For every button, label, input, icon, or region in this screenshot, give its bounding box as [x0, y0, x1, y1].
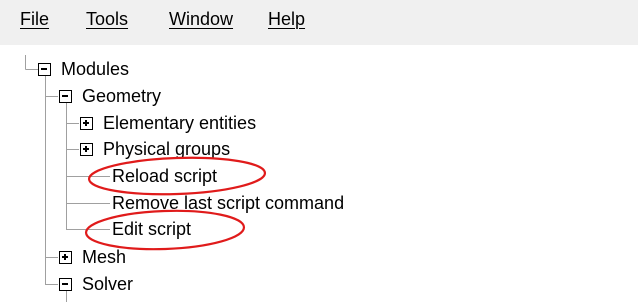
tree-node-label: Solver — [82, 274, 134, 294]
collapse-minus-icon[interactable] — [38, 62, 51, 76]
collapse-minus-icon[interactable] — [59, 277, 72, 291]
module-tree: Modules Geometry Elementary entities Phy… — [0, 45, 638, 302]
menu-file[interactable]: File — [20, 8, 49, 30]
tree-node-label: Reload script — [112, 166, 218, 186]
tree-node-edit-script[interactable]: Edit script — [112, 217, 191, 241]
collapse-minus-icon[interactable] — [59, 89, 72, 103]
tree-node-elementary-entities[interactable]: Elementary entities — [80, 111, 256, 135]
tree-node-physical-groups[interactable]: Physical groups — [80, 137, 230, 161]
expand-plus-icon[interactable] — [59, 250, 72, 264]
tree-node-geometry[interactable]: Geometry — [59, 84, 161, 108]
tree-node-label: Edit script — [112, 219, 192, 239]
tree-node-mesh[interactable]: Mesh — [59, 245, 126, 269]
tree-node-label: Physical groups — [103, 139, 231, 159]
tree-node-remove-last-script-command[interactable]: Remove last script command — [112, 191, 344, 215]
tree-node-solver[interactable]: Solver — [59, 272, 133, 296]
tree-node-label: Geometry — [82, 86, 162, 106]
menu-tools[interactable]: Tools — [86, 8, 128, 30]
tree-node-reload-script[interactable]: Reload script — [112, 164, 217, 188]
expand-plus-icon[interactable] — [80, 142, 93, 156]
menu-help[interactable]: Help — [268, 8, 305, 30]
tree-node-label: Remove last script command — [112, 193, 345, 213]
tree-node-modules[interactable]: Modules — [38, 57, 129, 81]
tree-node-label: Mesh — [82, 247, 127, 267]
tree-node-label: Elementary entities — [103, 113, 257, 133]
expand-plus-icon[interactable] — [80, 116, 93, 130]
menu-bar: File Tools Window Help — [0, 0, 638, 45]
tree-node-label: Modules — [61, 59, 130, 79]
menu-window[interactable]: Window — [169, 8, 233, 30]
